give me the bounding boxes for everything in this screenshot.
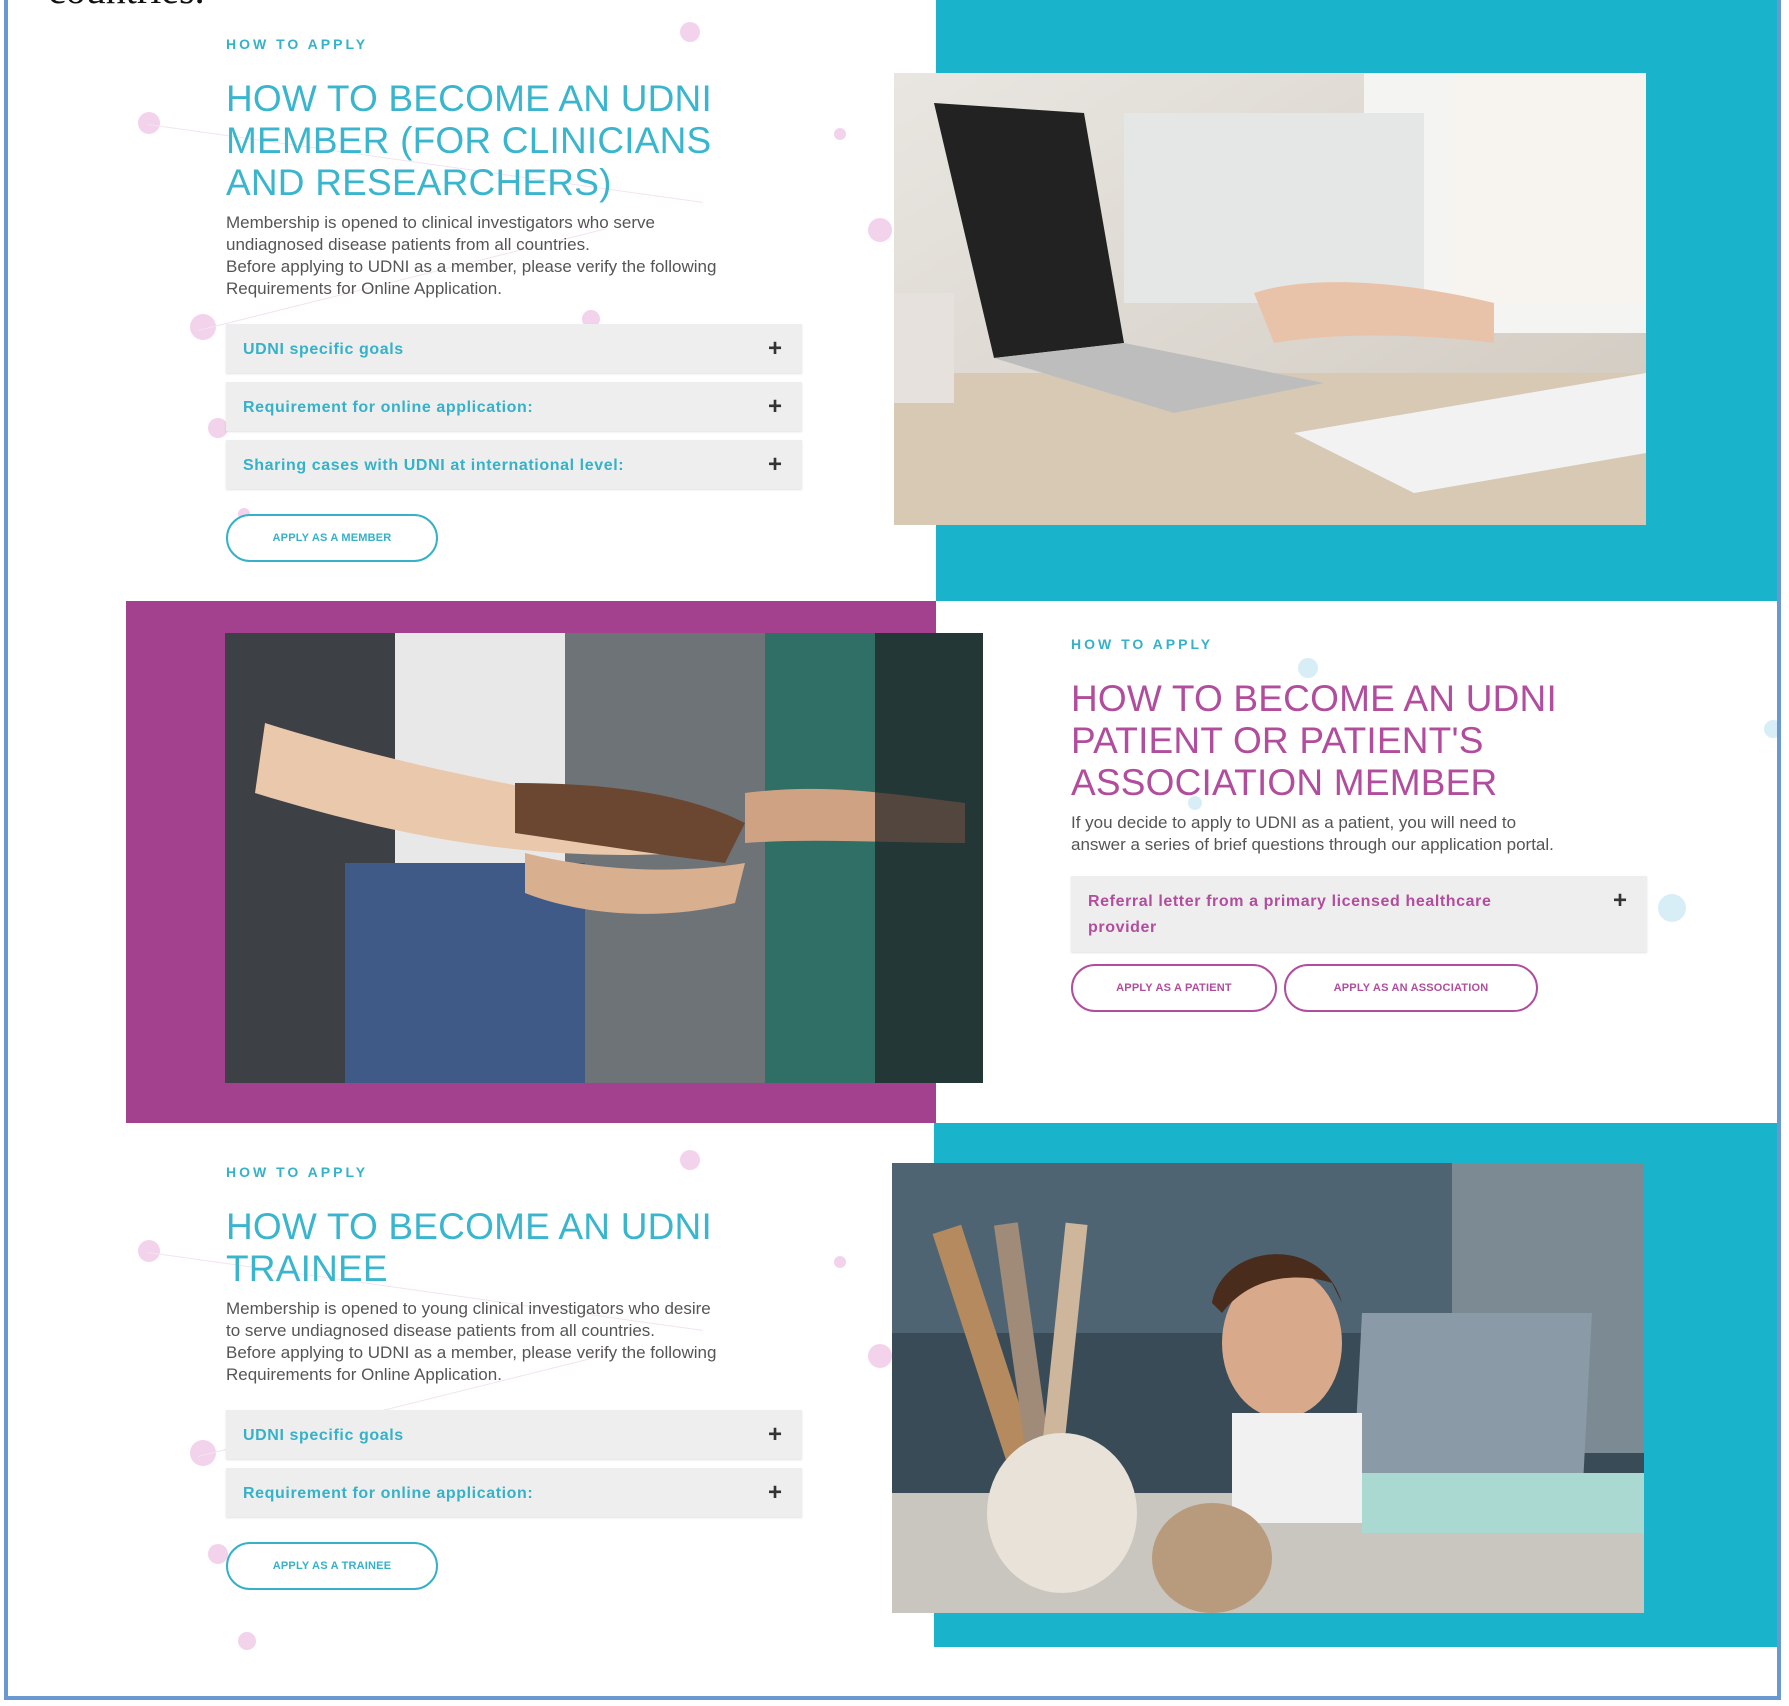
heading-line: HOW TO BECOME AN UDNI	[1071, 678, 1557, 719]
description-line: Membership is opened to young clinical i…	[226, 1299, 711, 1318]
description-line: Requirements for Online Application.	[226, 1365, 502, 1384]
decor-dot	[238, 1632, 256, 1650]
decor-dot	[138, 1240, 160, 1262]
accordion-item-online-requirement[interactable]: Requirement for online application: +	[226, 382, 802, 431]
plus-icon: +	[767, 335, 782, 362]
description-line: undiagnosed disease patients from all co…	[226, 235, 590, 254]
description-line: Before applying to UDNI as a member, ple…	[226, 257, 717, 276]
decor-dot	[834, 1256, 846, 1268]
accordion-item-sharing-cases[interactable]: Sharing cases with UDNI at international…	[226, 440, 802, 489]
page-frame: countries. HOW TO APPLY HOW TO BECOME AN…	[4, 0, 1781, 1700]
heading-line: HOW TO BECOME AN UDNI	[226, 78, 712, 119]
description-line: answer a series of brief questions throu…	[1071, 835, 1554, 854]
section-description: Membership is opened to clinical investi…	[226, 212, 816, 300]
accordion-label: Sharing cases with UDNI at international…	[243, 457, 625, 474]
accordion-label-line: provider	[1088, 919, 1157, 936]
accordion-label: Requirement for online application:	[243, 399, 534, 416]
section-heading: HOW TO BECOME AN UDNI MEMBER (FOR CLINIC…	[226, 78, 826, 204]
decor-dot	[680, 1150, 700, 1170]
decor-dot	[868, 1344, 892, 1368]
heading-line: PATIENT OR PATIENT'S	[1071, 720, 1484, 761]
plus-icon: +	[767, 451, 782, 478]
decor-dot	[1298, 658, 1318, 678]
accordion-label: UDNI specific goals	[243, 1427, 404, 1444]
section-eyebrow: HOW TO APPLY	[226, 1164, 369, 1180]
section-heading: HOW TO BECOME AN UDNI PATIENT OR PATIENT…	[1071, 678, 1691, 804]
description-line: Before applying to UDNI as a member, ple…	[226, 1343, 717, 1362]
page-text-fragment: countries.	[48, 0, 205, 10]
decor-dot	[1764, 720, 1777, 738]
plus-icon: +	[767, 1479, 782, 1506]
description-line: Membership is opened to clinical investi…	[226, 213, 655, 232]
plus-icon: +	[1612, 887, 1627, 914]
accordion-item-online-requirement[interactable]: Requirement for online application: +	[226, 1468, 802, 1517]
accordion-item-udni-goals[interactable]: UDNI specific goals +	[226, 1410, 802, 1459]
thinking-woman-laptop-photo	[892, 1163, 1644, 1613]
section-eyebrow: HOW TO APPLY	[1071, 636, 1214, 652]
section-description: Membership is opened to young clinical i…	[226, 1298, 816, 1386]
decor-dot	[834, 128, 846, 140]
section-heading: HOW TO BECOME AN UDNI TRAINEE	[226, 1206, 826, 1290]
heading-line: MEMBER (FOR CLINICIANS	[226, 120, 712, 161]
apply-as-association-button[interactable]: APPLY AS AN ASSOCIATION	[1284, 964, 1538, 1012]
description-line: Requirements for Online Application.	[226, 279, 502, 298]
decor-dot	[208, 418, 228, 438]
section-eyebrow: HOW TO APPLY	[226, 36, 369, 52]
decor-dot	[680, 22, 700, 42]
accordion-label: UDNI specific goals	[243, 341, 404, 358]
heading-line: TRAINEE	[226, 1248, 388, 1289]
decor-dot	[868, 218, 892, 242]
section-description: If you decide to apply to UDNI as a pati…	[1071, 812, 1711, 856]
decor-dot	[208, 1544, 228, 1564]
plus-icon: +	[767, 1421, 782, 1448]
apply-as-member-button[interactable]: APPLY AS A MEMBER	[226, 514, 438, 562]
stacked-hands-photo	[225, 633, 983, 1083]
heading-line: ASSOCIATION MEMBER	[1071, 762, 1498, 803]
plus-icon: +	[767, 393, 782, 420]
decor-dot	[138, 112, 160, 134]
heading-line: AND RESEARCHERS)	[226, 162, 612, 203]
accordion-label: Referral letter from a primary licensed …	[1088, 889, 1492, 941]
accordion-label-line: Referral letter from a primary licensed …	[1088, 893, 1492, 910]
accordion-label: Requirement for online application:	[243, 1485, 534, 1502]
description-line: to serve undiagnosed disease patients fr…	[226, 1321, 656, 1340]
description-line: If you decide to apply to UDNI as a pati…	[1071, 813, 1517, 832]
decor-dot	[1658, 894, 1686, 922]
heading-line: HOW TO BECOME AN UDNI	[226, 1206, 712, 1247]
apply-as-trainee-button[interactable]: APPLY AS A TRAINEE	[226, 1542, 438, 1590]
laptop-typing-photo	[894, 73, 1646, 525]
apply-as-patient-button[interactable]: APPLY AS A PATIENT	[1071, 964, 1277, 1012]
accordion-item-udni-goals[interactable]: UDNI specific goals +	[226, 324, 802, 373]
accordion-item-referral-letter[interactable]: Referral letter from a primary licensed …	[1071, 876, 1647, 952]
